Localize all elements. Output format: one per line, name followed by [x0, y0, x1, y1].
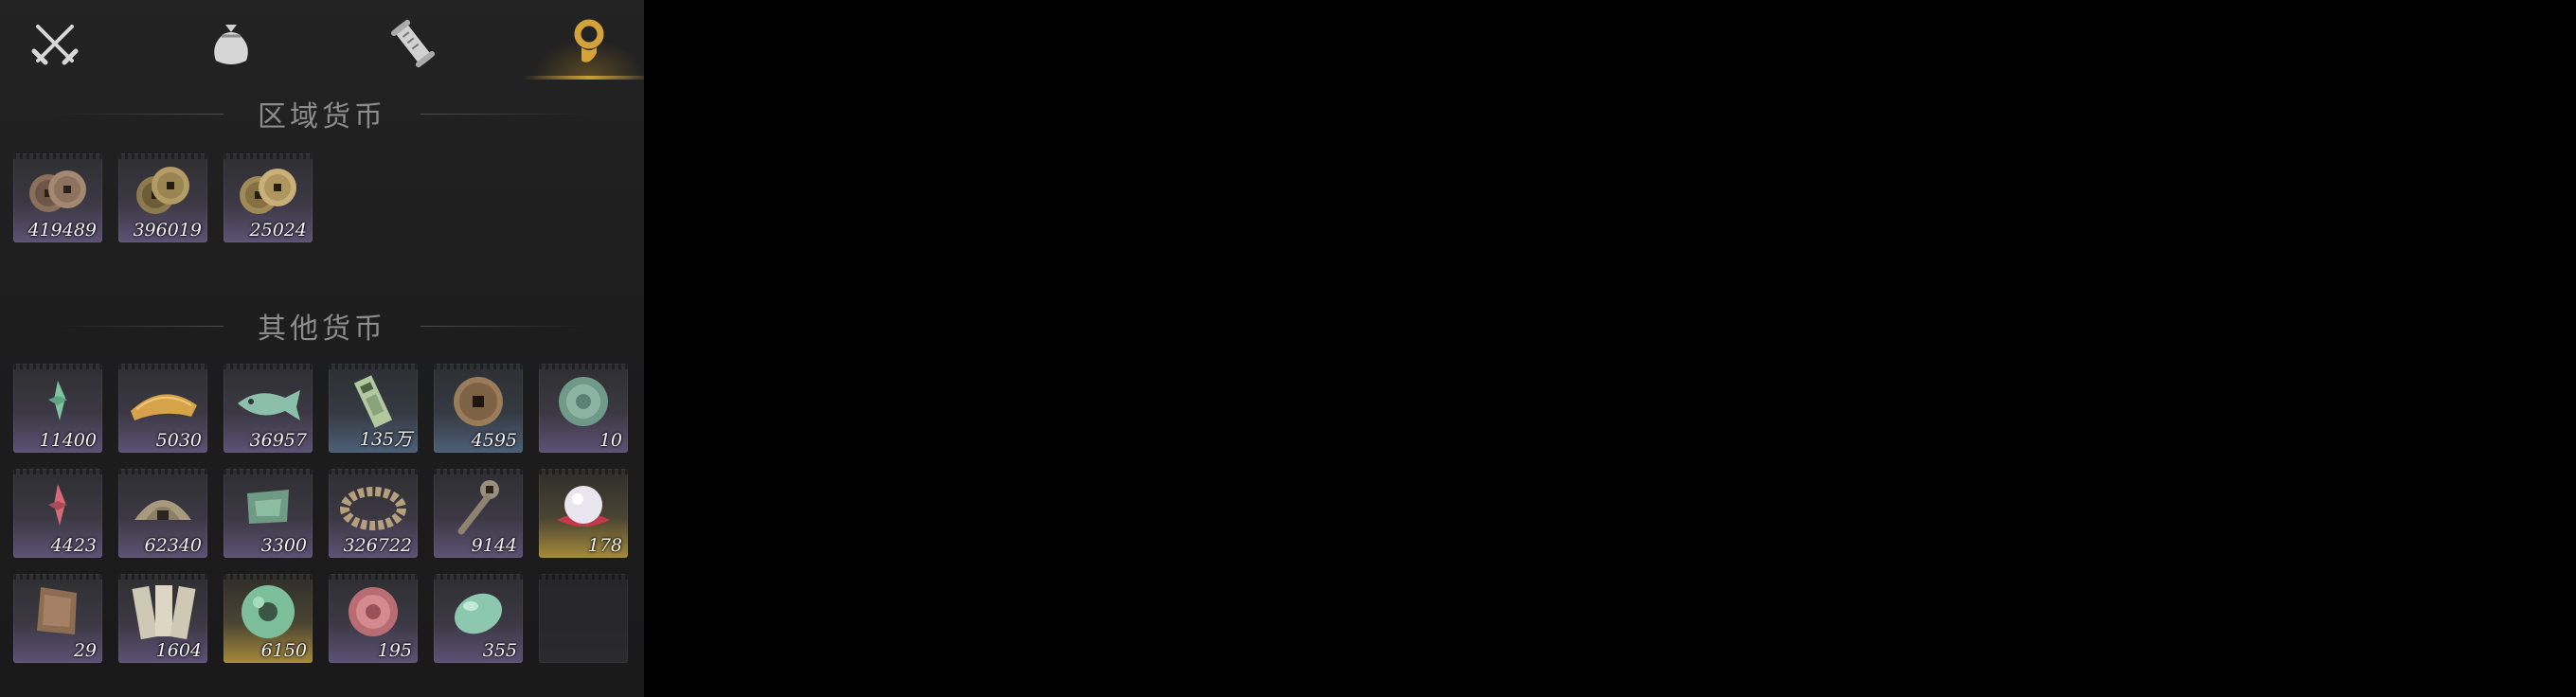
other-item-slot[interactable]: 11400	[13, 364, 102, 453]
tab-bar	[0, 0, 644, 81]
currency-panel: 区域货币 419489 396019 25024 其他货币 11400 5030 369…	[0, 0, 644, 697]
red-shard-icon	[48, 484, 67, 526]
tab-scrolls[interactable]	[356, 6, 470, 81]
paper-note-icon	[353, 375, 393, 428]
other-item-slot[interactable]: 135万	[329, 364, 418, 453]
other-item-slot[interactable]: 29	[13, 574, 102, 663]
pearl-icon	[557, 486, 610, 527]
item-quantity: 9144	[471, 535, 517, 556]
item-quantity: 29	[73, 640, 97, 661]
copper-coin-icon	[454, 377, 503, 426]
other-item-slot[interactable]: 4595	[434, 364, 523, 453]
item-quantity: 6150	[260, 640, 307, 661]
copper-coins-icon	[29, 170, 86, 212]
bamboo-slips-icon	[132, 585, 196, 640]
item-quantity: 62340	[144, 535, 202, 556]
other-item-slot[interactable]: 9144	[434, 469, 523, 558]
item-quantity: 4595	[471, 430, 517, 451]
gold-coins-icon	[240, 169, 296, 214]
jade-shard-icon	[48, 381, 67, 420]
item-quantity: 419489	[27, 220, 97, 241]
item-quantity: 1604	[155, 640, 202, 661]
section-header-regional: 区域货币	[0, 93, 644, 134]
silver-ingot-icon	[134, 500, 191, 520]
section-header-other: 其他货币	[0, 305, 644, 347]
item-quantity: 396019	[133, 220, 202, 241]
section-title-regional: 区域货币	[258, 100, 386, 134]
jade-pebble-icon	[454, 593, 503, 634]
bronze-plaque-icon	[37, 587, 77, 634]
jade-token-icon	[247, 490, 289, 524]
other-item-slot[interactable]: 195	[329, 574, 418, 663]
scroll-icon	[390, 19, 436, 68]
red-medallion-icon	[349, 587, 398, 636]
other-item-slot[interactable]: 178	[539, 469, 628, 558]
item-quantity: 4423	[50, 535, 97, 556]
other-item-slot[interactable]: 4423	[13, 469, 102, 558]
item-quantity: 5030	[155, 430, 202, 451]
other-item-slot[interactable]: 326722	[329, 469, 418, 558]
item-quantity: 25024	[249, 220, 307, 241]
crossed-swords-icon	[31, 25, 79, 65]
other-item-slot[interactable]: 36957	[224, 364, 313, 453]
item-quantity: 11400	[39, 430, 97, 451]
other-item-slot[interactable]: 5030	[118, 364, 207, 453]
regional-item-slot[interactable]: 396019	[118, 153, 207, 242]
item-quantity: 10	[599, 430, 622, 451]
bronze-coins-icon	[136, 167, 189, 214]
jade-bi-icon	[242, 585, 295, 638]
jade-disc-icon	[559, 377, 608, 426]
other-item-slot[interactable]: 62340	[118, 469, 207, 558]
other-item-slot[interactable]: 10	[539, 364, 628, 453]
empty-slot	[539, 574, 628, 663]
other-item-slot[interactable]: 355	[434, 574, 523, 663]
regional-item-slot[interactable]: 419489	[13, 153, 102, 242]
tab-items[interactable]	[174, 6, 288, 81]
item-quantity: 326722	[343, 535, 412, 556]
coin-string-icon	[340, 487, 406, 530]
item-quantity: 36957	[249, 430, 307, 451]
regional-item-slot[interactable]: 25024	[224, 153, 313, 242]
grain-pile-icon	[131, 394, 197, 420]
other-item-slot[interactable]: 1604	[118, 574, 207, 663]
tab-currency[interactable]	[523, 6, 644, 81]
item-quantity: 135万	[359, 429, 412, 450]
tab-weapons[interactable]	[0, 6, 112, 81]
item-quantity: 195	[377, 640, 412, 661]
coin-sword-icon	[457, 480, 499, 535]
section-title-other: 其他货币	[258, 313, 386, 346]
jade-fish-icon	[238, 390, 300, 420]
other-item-slot[interactable]: 6150	[224, 574, 313, 663]
item-quantity: 3300	[260, 535, 307, 556]
other-item-slot[interactable]: 3300	[224, 469, 313, 558]
item-quantity: 355	[482, 640, 517, 661]
currency-icon	[574, 19, 604, 63]
pouch-icon	[214, 25, 248, 64]
item-quantity: 178	[587, 535, 622, 556]
